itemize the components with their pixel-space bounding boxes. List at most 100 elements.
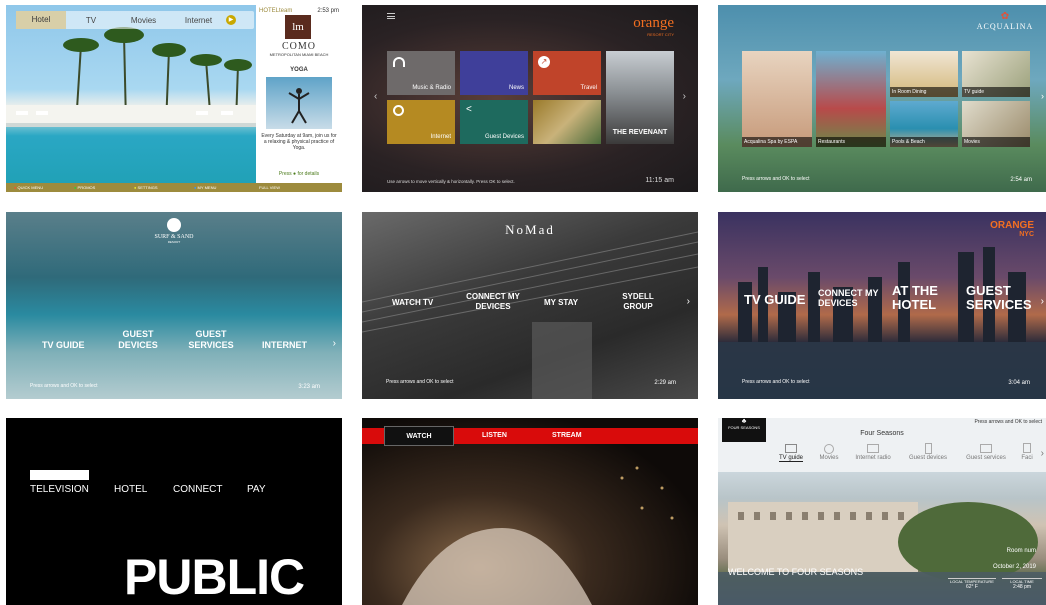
- tile-label: News: [508, 85, 524, 91]
- menu-connect-devices[interactable]: CONNECT MY DEVICES: [818, 288, 884, 308]
- arrow-right-icon[interactable]: ›: [687, 296, 690, 307]
- film-reel-icon: [824, 444, 834, 454]
- arrow-left-icon[interactable]: ‹: [374, 91, 377, 102]
- menu-guest-devices[interactable]: GUEST DEVICES: [116, 329, 160, 351]
- footer-bar: ● QUICK MENU ● PROMOS ● SETTINGS ● MY ME…: [6, 183, 256, 192]
- menu-guest-services[interactable]: GUEST SERVICES: [966, 284, 1032, 312]
- brand-name: COMO: [281, 41, 316, 52]
- tile-spa[interactable]: Acqualina Spa by ESPA: [742, 51, 812, 147]
- menu-at-the-hotel[interactable]: AT THE HOTEL: [892, 284, 956, 312]
- menu-icon[interactable]: [387, 13, 395, 19]
- clock: 11:15 am: [645, 177, 674, 184]
- tv-icon: [785, 444, 797, 453]
- nav-facilities[interactable]: Faci: [1016, 442, 1038, 470]
- services-icon: [980, 444, 992, 453]
- hotel-building: [718, 502, 1046, 605]
- details-prompt[interactable]: Press ● for details: [256, 171, 342, 177]
- full-view-bar[interactable]: FULL VIEW: [256, 183, 342, 192]
- brand-header: HOTELteam: [259, 8, 293, 14]
- nomad-logo: NoMad: [505, 222, 555, 237]
- menu-pay[interactable]: PAY: [247, 484, 266, 495]
- orange-logo-text: orange: [633, 15, 674, 31]
- arrow-right-icon[interactable]: ›: [683, 91, 686, 102]
- page-title: Four Seasons: [860, 430, 904, 437]
- tile-tv-guide[interactable]: TV guide: [962, 51, 1030, 97]
- panel-orange-resort: orange RESORT CITY ‹ › Music & Radio New…: [362, 5, 698, 192]
- footer-settings[interactable]: ● SETTINGS: [126, 185, 186, 190]
- menu-tv-guide[interactable]: TV GUIDE: [42, 340, 85, 350]
- tile-internet[interactable]: Internet: [387, 100, 455, 144]
- logo-sub: RESORT: [167, 240, 181, 244]
- side-panel: HOTELteam 2:53 pm lm COMO METROPOLITAN M…: [256, 5, 342, 192]
- nav-tv-guide[interactable]: TV guide: [770, 442, 812, 470]
- menu-sydell-group[interactable]: SYDELL GROUP: [618, 292, 658, 312]
- tile-label: Restaurants: [816, 137, 886, 147]
- tile-drinks-photo[interactable]: [533, 100, 601, 144]
- logo-box: lm: [285, 15, 311, 39]
- globe-icon: [393, 105, 404, 116]
- tile-guest-devices[interactable]: < Guest Devices: [460, 100, 528, 144]
- localtime-value: 2:48 pm: [1012, 584, 1032, 590]
- nav-movies[interactable]: Movies: [812, 442, 846, 470]
- tab-internet[interactable]: Internet: [171, 16, 226, 25]
- surf-sand-logo: SURF & SAND RESORT: [144, 218, 204, 244]
- tab-tv[interactable]: TV: [66, 16, 116, 25]
- menu-stream[interactable]: STREAM: [552, 428, 582, 444]
- tile-news[interactable]: News: [460, 51, 528, 95]
- nav-guest-devices[interactable]: Guest devices: [900, 442, 956, 470]
- acqualina-logo: ✿ ACQUALINA: [970, 11, 1040, 31]
- logo-circle-icon: [167, 218, 181, 232]
- panel-dark-room: WATCH LISTEN STREAM: [362, 418, 698, 605]
- menu-my-stay[interactable]: MY STAY: [544, 298, 578, 307]
- menu-tv-guide[interactable]: TV GUIDE: [744, 292, 805, 307]
- footer-my-menu[interactable]: ● MY MENU: [186, 185, 246, 190]
- temperature-box: LOCAL TEMPERATURE 62° F: [948, 578, 996, 590]
- arrow-right-icon[interactable]: ›: [1041, 448, 1044, 459]
- menu-watch[interactable]: WATCH: [384, 426, 454, 446]
- menu-hotel[interactable]: HOTEL: [114, 484, 147, 495]
- panel-nomad: NoMad WATCH TV CONNECT MY DEVICES MY STA…: [362, 212, 698, 399]
- nav-hint: Press arrows and OK to select: [974, 419, 1042, 425]
- nav-hint: Press arrows and OK to select: [386, 379, 454, 385]
- tab-movies[interactable]: Movies: [116, 16, 171, 25]
- arrow-right-icon[interactable]: ▶: [226, 15, 236, 25]
- share-icon: <: [466, 104, 472, 115]
- brand-sub: METROPOLITAN MIAMI BEACH: [269, 52, 329, 57]
- footer-quick-menu[interactable]: ● QUICK MENU: [6, 185, 66, 190]
- nav-guest-services[interactable]: Guest services: [956, 442, 1016, 470]
- logo-text: ACQUALINA: [976, 22, 1034, 31]
- menu-listen[interactable]: LISTEN: [482, 428, 507, 444]
- menu-television[interactable]: TELEVISION: [30, 484, 89, 495]
- footer-promos[interactable]: ● PROMOS: [66, 185, 126, 190]
- tile-restaurants[interactable]: Restaurants: [816, 51, 886, 147]
- clock: 2:53 pm: [317, 8, 339, 14]
- tile-movies[interactable]: Movies: [962, 101, 1030, 147]
- yoga-figure-icon: [288, 88, 310, 124]
- movie-poster[interactable]: THE REVENANT: [606, 51, 674, 144]
- tile-label: Movies: [962, 137, 1030, 147]
- welcome-text: WELCOME TO FOUR SEASONS: [728, 567, 864, 577]
- menu-internet[interactable]: INTERNET: [262, 340, 307, 350]
- nav-internet-radio[interactable]: Internet radio: [846, 442, 900, 470]
- clock: 2:29 am: [654, 380, 676, 386]
- tile-pools-beach[interactable]: Pools & Beach: [890, 101, 958, 147]
- tile-in-room-dining[interactable]: In Room Dining: [890, 51, 958, 97]
- public-logo: PUBLIC: [124, 549, 305, 605]
- card-text: Every Saturday at 9am, join us for a rel…: [261, 133, 337, 151]
- tile-music-radio[interactable]: Music & Radio: [387, 51, 455, 95]
- tile-label: Music & Radio: [412, 85, 451, 91]
- date: October 2, 2019: [992, 564, 1036, 570]
- nav-hint: Press arrows and OK to select: [30, 383, 98, 389]
- menu-connect-devices[interactable]: CONNECT MY DEVICES: [462, 292, 524, 312]
- arrow-right-icon[interactable]: ›: [1041, 91, 1044, 101]
- menu-guest-services[interactable]: GUEST SERVICES: [186, 329, 236, 351]
- tile-label: In Room Dining: [890, 87, 958, 97]
- arrow-right-icon[interactable]: ›: [1041, 296, 1044, 307]
- arrow-right-icon[interactable]: ›: [333, 338, 336, 349]
- menu-connect[interactable]: CONNECT: [173, 484, 222, 495]
- radio-icon: [867, 444, 879, 453]
- menu-watch-tv[interactable]: WATCH TV: [392, 298, 433, 307]
- tab-hotel[interactable]: Hotel: [16, 11, 66, 29]
- tile-travel[interactable]: ↗ Travel: [533, 51, 601, 95]
- nav-hint: Press arrows and OK to select: [742, 379, 810, 385]
